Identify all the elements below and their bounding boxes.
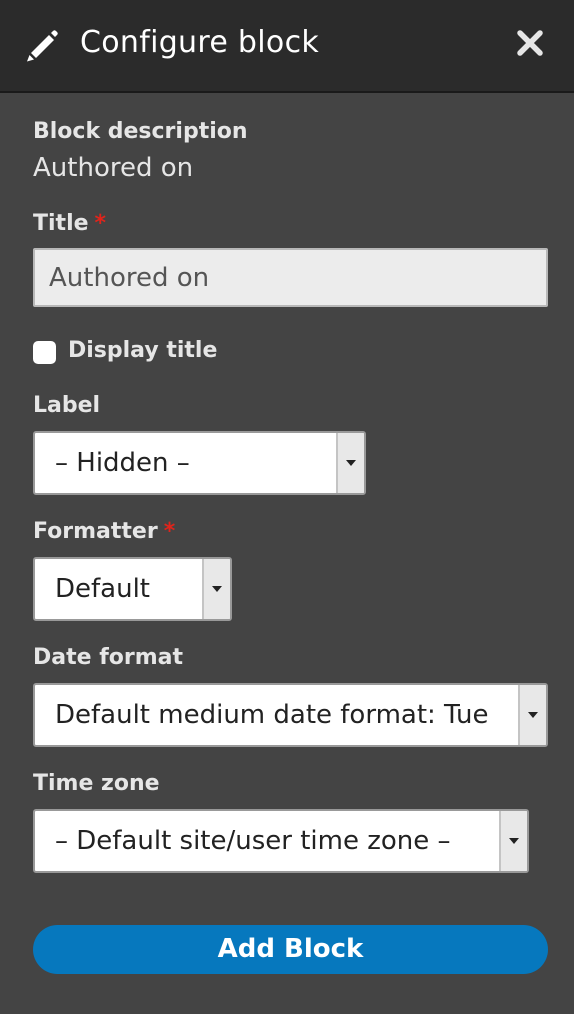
label-select[interactable]: – Hidden – xyxy=(33,431,366,495)
label-select-value: – Hidden – xyxy=(55,448,190,478)
block-description-label: Block description xyxy=(33,119,248,144)
dialog-title: Configure block xyxy=(80,25,320,60)
label-field-label: Label xyxy=(33,393,101,418)
formatter-field-label-text: Formatter xyxy=(33,519,158,544)
display-title-checkbox[interactable] xyxy=(33,341,56,364)
title-input[interactable] xyxy=(33,248,548,307)
chevron-down-icon xyxy=(336,433,364,493)
close-icon[interactable] xyxy=(511,24,549,62)
date-format-select-value: Default medium date format: Tue xyxy=(55,700,489,730)
title-field-label-text: Title xyxy=(33,211,89,236)
add-block-button[interactable]: Add Block xyxy=(33,925,548,974)
required-marker: * xyxy=(94,211,107,236)
time-zone-field-label: Time zone xyxy=(33,771,160,796)
required-marker: * xyxy=(163,519,176,544)
display-title-label[interactable]: Display title xyxy=(68,337,217,365)
pencil-icon xyxy=(27,30,58,62)
chevron-down-icon xyxy=(518,685,546,745)
time-zone-select[interactable]: – Default site/user time zone – xyxy=(33,809,529,873)
formatter-select-value: Default xyxy=(55,574,150,604)
time-zone-select-value: – Default site/user time zone – xyxy=(55,826,451,856)
formatter-select[interactable]: Default xyxy=(33,557,232,621)
formatter-field-label: Formatter * xyxy=(33,518,175,546)
block-description-value: Authored on xyxy=(33,153,194,183)
date-format-field-label: Date format xyxy=(33,645,184,670)
dialog-header: Configure block xyxy=(0,0,574,93)
title-field-label: Title * xyxy=(33,210,106,238)
date-format-select[interactable]: Default medium date format: Tue xyxy=(33,683,548,747)
chevron-down-icon xyxy=(499,811,527,871)
chevron-down-icon xyxy=(202,559,230,619)
